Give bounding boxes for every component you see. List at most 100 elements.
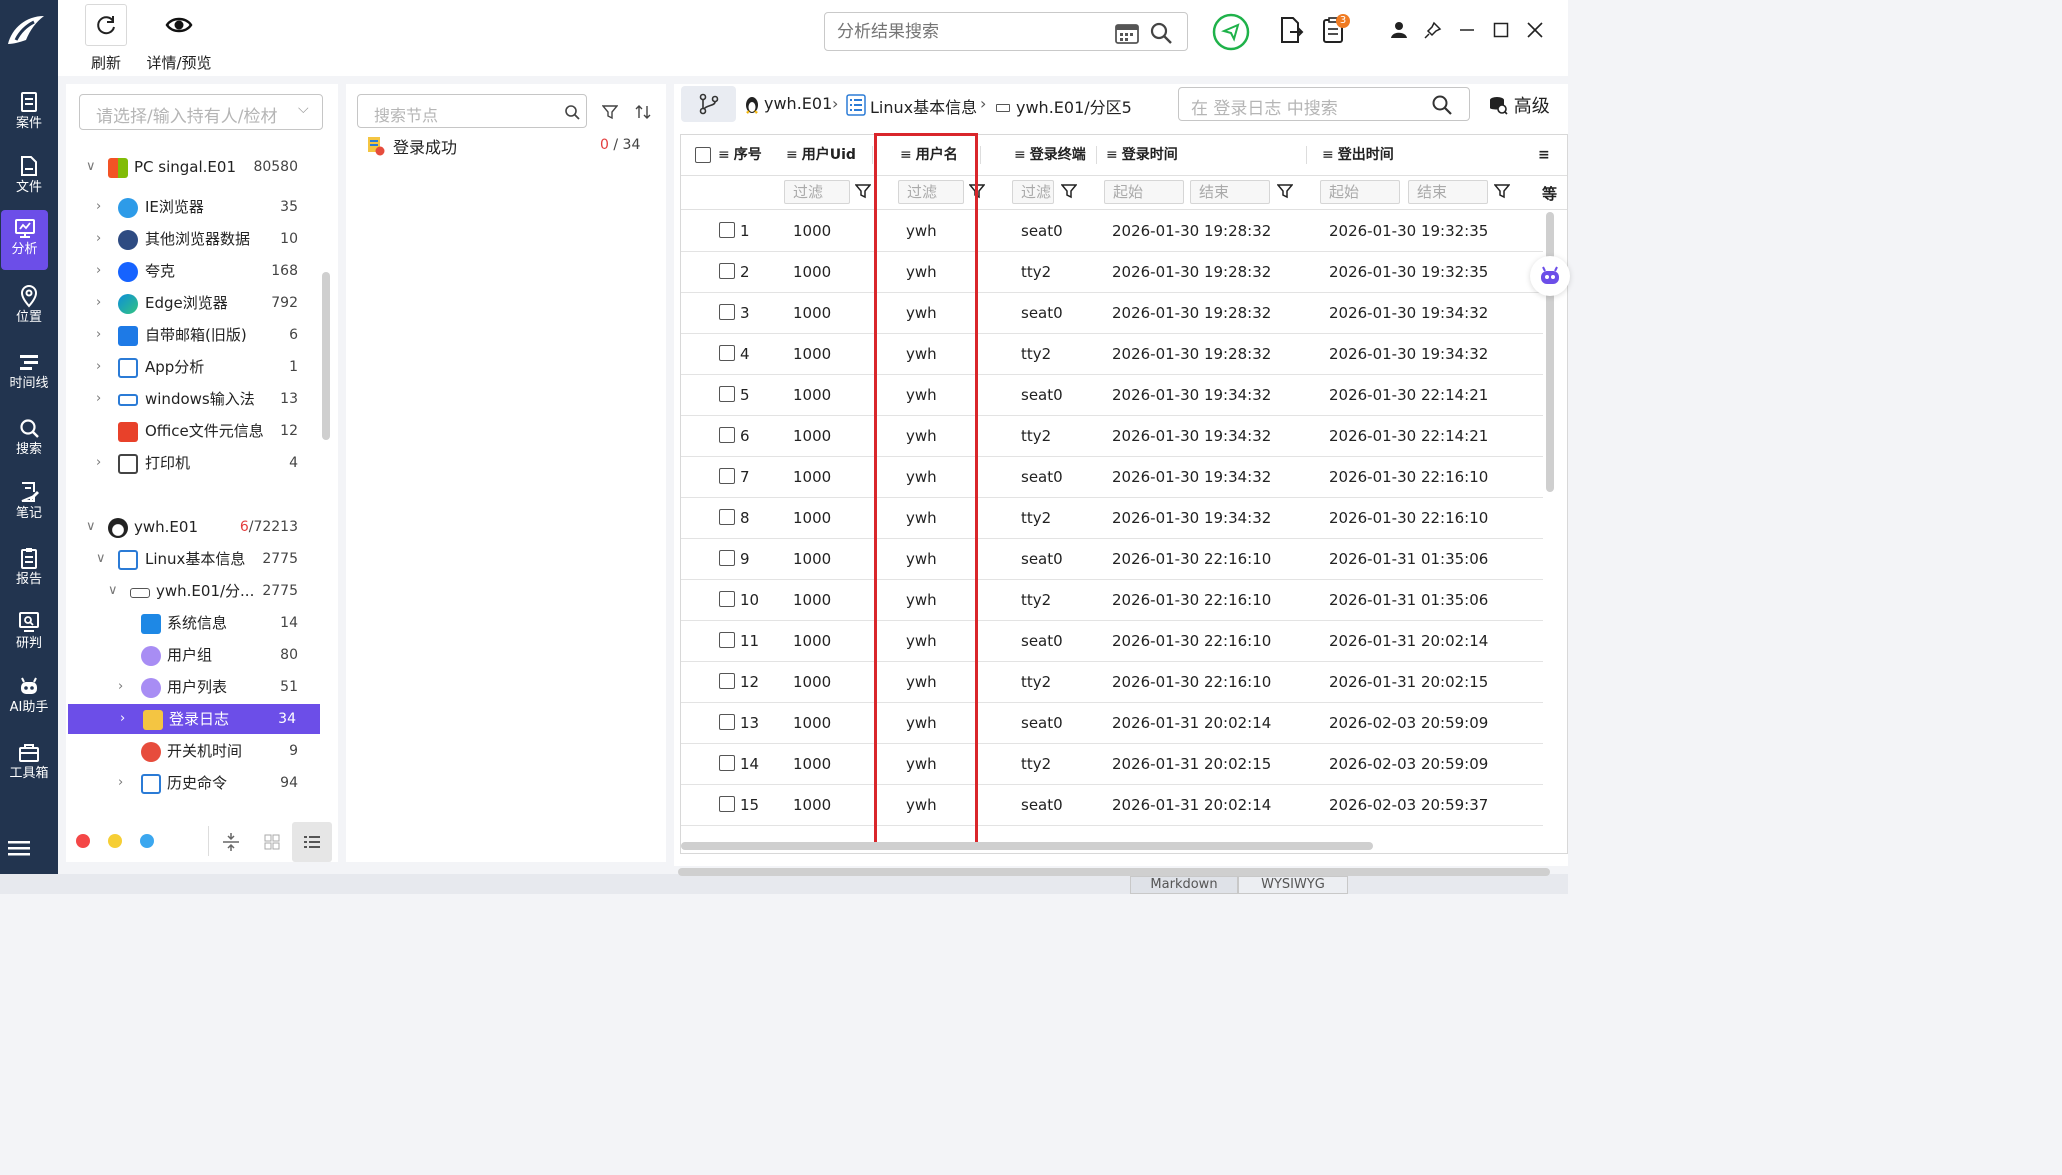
login-success-node[interactable]: 登录成功 <box>393 134 457 158</box>
chevron-down-icon[interactable]: ∨ <box>96 544 110 574</box>
filter-icon[interactable] <box>1493 183 1511 203</box>
export-file-icon[interactable] <box>1276 14 1306 46</box>
list-view-button[interactable] <box>292 822 332 862</box>
chevron-down-icon[interactable]: ∨ <box>108 576 122 606</box>
tree-node-user-group[interactable]: 用户组 80 <box>66 640 328 670</box>
row-checkbox[interactable] <box>719 591 735 607</box>
chevron-down-icon[interactable]: ∨ <box>86 512 100 542</box>
markdown-tab[interactable]: Markdown <box>1130 876 1238 894</box>
column-menu-icon[interactable]: ≡ <box>1538 136 1550 174</box>
tree-node-ie-browser[interactable]: › IE浏览器 35 <box>66 192 328 222</box>
column-menu-icon[interactable]: ≡ <box>718 147 730 163</box>
tree-node-login-log[interactable]: › 登录日志 34 <box>68 704 320 734</box>
column-menu-icon[interactable]: ≡ <box>1106 147 1118 163</box>
login-start-input[interactable]: 起始 <box>1104 180 1184 204</box>
tree-node-keyboard[interactable]: › windows输入法 13 <box>66 384 328 414</box>
wysiwyg-tab[interactable]: WYSIWYG <box>1238 876 1348 894</box>
table-search-box[interactable]: 在 登录日志 中搜索 <box>1178 87 1470 121</box>
header-uid[interactable]: ≡ 用户Uid <box>786 136 856 174</box>
task-list-icon[interactable]: 3 <box>1320 14 1350 46</box>
user-icon[interactable] <box>1384 14 1414 46</box>
minimize-icon[interactable] <box>1452 14 1482 46</box>
calendar-icon[interactable] <box>1115 22 1139 48</box>
logout-end-input[interactable]: 结束 <box>1408 180 1488 204</box>
table-row[interactable]: 15 1000 ywh seat0 2026-01-31 20:02:14 2026-02… <box>681 785 1543 826</box>
nav-item-notes[interactable]: 笔记 <box>0 474 58 534</box>
table-row[interactable]: 3 1000 ywh seat0 2026-01-30 19:28:32 2026-01-… <box>681 293 1543 334</box>
table-row[interactable]: 2 1000 ywh tty2 2026-01-30 19:28:32 2026-01-3… <box>681 252 1543 293</box>
uid-filter-input[interactable]: 过滤 <box>784 180 850 204</box>
row-checkbox[interactable] <box>719 263 735 279</box>
nav-item-report[interactable]: 报告 <box>0 540 58 600</box>
nav-item-timeline[interactable]: 时间线 <box>0 344 58 404</box>
tree-node-printer[interactable]: › 打印机 4 <box>66 448 328 478</box>
login-end-input[interactable]: 结束 <box>1190 180 1270 204</box>
table-row[interactable]: 9 1000 ywh seat0 2026-01-30 22:16:10 2026-01-… <box>681 539 1543 580</box>
row-checkbox[interactable] <box>719 427 735 443</box>
column-menu-icon[interactable]: ≡ <box>786 147 798 163</box>
table-row[interactable]: 11 1000 ywh seat0 2026-01-30 22:16:10 2026-01… <box>681 621 1543 662</box>
collapse-all-icon[interactable] <box>222 832 240 856</box>
tree-node-mail[interactable]: › 自带邮箱(旧版) 6 <box>66 320 328 350</box>
tree-node-linux-info[interactable]: ∨ Linux基本信息 2775 <box>66 544 328 574</box>
filter-icon[interactable] <box>1060 183 1078 203</box>
chevron-right-icon[interactable]: › <box>96 192 110 222</box>
column-menu-icon[interactable]: ≡ <box>1014 147 1026 163</box>
column-menu-icon[interactable]: ≡ <box>1322 147 1334 163</box>
yellow-tag-filter[interactable] <box>108 834 122 848</box>
global-search-box[interactable] <box>824 12 1188 51</box>
chevron-right-icon[interactable]: › <box>96 320 110 350</box>
header-index[interactable]: ≡ 序号 <box>718 136 762 174</box>
tree-node-quark[interactable]: › 夸克 168 <box>66 256 328 286</box>
table-row[interactable]: 6 1000 ywh tty2 2026-01-30 19:34:32 2026-01-3… <box>681 416 1543 457</box>
nav-item-analysis[interactable]: 分析 <box>1 210 48 270</box>
nav-item-location[interactable]: 位置 <box>0 278 58 338</box>
nav-item-judge[interactable]: 研判 <box>0 604 58 664</box>
table-row[interactable]: 14 1000 ywh tty2 2026-01-31 20:02:15 2026-02-… <box>681 744 1543 785</box>
row-checkbox[interactable] <box>719 304 735 320</box>
table-horizontal-scrollbar[interactable] <box>681 842 1373 850</box>
chevron-right-icon[interactable]: › <box>118 768 132 798</box>
breadcrumb-item-linux-info[interactable]: Linux基本信息 <box>870 94 977 118</box>
refresh-button[interactable]: 刷新 <box>84 0 128 73</box>
menu-icon[interactable] <box>8 840 30 858</box>
header-logout-time[interactable]: ≡ 登出时间 <box>1322 136 1394 174</box>
sort-icon[interactable] <box>634 103 652 125</box>
row-checkbox[interactable] <box>719 796 735 812</box>
tree-node-terminal[interactable]: › 历史命令 94 <box>66 768 328 798</box>
close-icon[interactable] <box>1520 14 1550 46</box>
chevron-right-icon[interactable]: › <box>96 448 110 478</box>
table-row[interactable]: 8 1000 ywh tty2 2026-01-30 19:34:32 2026-01-3… <box>681 498 1543 539</box>
select-all-checkbox[interactable] <box>695 147 711 163</box>
owner-select[interactable]: 请选择/输入持有人/检材 ⌵ <box>79 94 323 130</box>
chevron-right-icon[interactable]: › <box>96 352 110 382</box>
row-checkbox[interactable] <box>719 386 735 402</box>
terminal-filter-input[interactable]: 过滤 <box>1012 180 1054 204</box>
chevron-right-icon[interactable]: › <box>118 672 132 702</box>
chevron-right-icon[interactable]: › <box>96 384 110 414</box>
grid-view-icon[interactable] <box>264 834 280 854</box>
ai-assistant-float-button[interactable] <box>1530 256 1570 296</box>
row-checkbox[interactable] <box>719 468 735 484</box>
tree-node-app-grid[interactable]: › App分析 1 <box>66 352 328 382</box>
tree-node-linux[interactable]: ∨ ywh.E01 6/72213 <box>66 512 328 542</box>
chevron-right-icon[interactable]: › <box>96 288 110 318</box>
tree-node-system-info[interactable]: 系统信息 14 <box>66 608 328 638</box>
tree-node-partition[interactable]: ∨ ywh.E01/分... 2775 <box>66 576 328 606</box>
tree-node-power[interactable]: 开关机时间 9 <box>66 736 328 766</box>
table-row[interactable]: 1 1000 ywh seat0 2026-01-30 19:28:32 2026-01-… <box>681 211 1543 252</box>
tree-node-office[interactable]: Office文件元信息 12 <box>66 416 328 446</box>
header-login-time[interactable]: ≡ 登录时间 <box>1106 136 1178 174</box>
maximize-icon[interactable] <box>1486 14 1516 46</box>
table-row[interactable]: 13 1000 ywh seat0 2026-01-31 20:02:14 2026-02… <box>681 703 1543 744</box>
tree-node-pc[interactable]: ∨ PC singal.E01 80580 <box>66 152 328 182</box>
page-horizontal-scrollbar[interactable] <box>678 868 1550 876</box>
chevron-down-icon[interactable]: ∨ <box>86 152 100 182</box>
breadcrumb-item-partition[interactable]: ywh.E01/分区5 <box>1016 94 1132 118</box>
shield-status-icon[interactable] <box>1212 13 1250 51</box>
table-row[interactable]: 5 1000 ywh seat0 2026-01-30 19:34:32 2026-01-… <box>681 375 1543 416</box>
row-checkbox[interactable] <box>719 632 735 648</box>
filter-icon[interactable] <box>1276 183 1294 203</box>
breadcrumb-item-ywh[interactable]: ywh.E01 <box>764 94 832 113</box>
tree-node-globe[interactable]: › 其他浏览器数据 10 <box>66 224 328 254</box>
